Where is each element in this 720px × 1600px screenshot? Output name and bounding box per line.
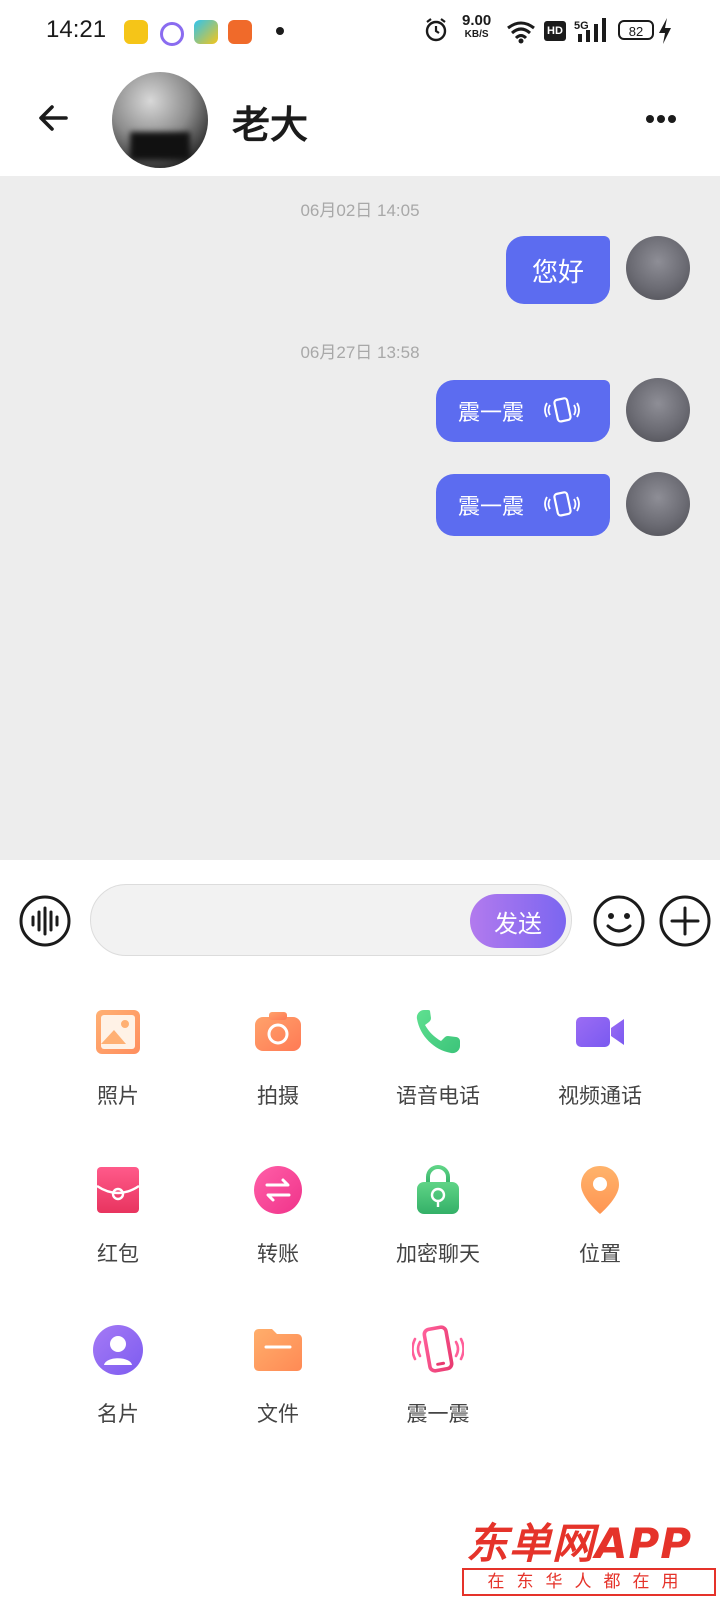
- net-speed-unit: KB/S: [464, 29, 489, 40]
- video-icon: [576, 1017, 624, 1047]
- message-text: 震一震: [458, 401, 525, 426]
- shake-message-bubble[interactable]: 震一震: [436, 380, 610, 442]
- contact-name: 老大: [232, 103, 309, 147]
- transfer-icon: [254, 1166, 302, 1214]
- back-arrow-icon[interactable]: [30, 94, 82, 146]
- dot: [657, 115, 665, 123]
- tool-shake[interactable]: 震一震: [368, 1298, 508, 1428]
- tool-label: 语音电话: [396, 1084, 480, 1108]
- tool-label: 照片: [97, 1084, 139, 1108]
- message-timestamp: 06月27日 13:58: [300, 343, 420, 362]
- tool-photo[interactable]: 照片: [48, 980, 188, 1110]
- chat-header: 老大: [0, 64, 720, 176]
- browser-app-icon: [160, 22, 184, 46]
- net-speed: 9.00 KB/S: [462, 12, 492, 42]
- tool-camera[interactable]: 拍摄: [208, 980, 348, 1110]
- more-options-button[interactable]: [646, 104, 686, 134]
- red-packet-icon: [96, 1167, 140, 1213]
- send-button[interactable]: 发送: [470, 894, 566, 948]
- message-text: 震一震: [458, 495, 525, 520]
- location-icon: [581, 1166, 619, 1214]
- contact-avatar[interactable]: [112, 72, 208, 168]
- tool-voice-call[interactable]: 语音电话: [368, 980, 508, 1110]
- voice-input-icon[interactable]: [18, 894, 72, 948]
- tools-panel: 照片 拍摄 语音电话 视频通话 红包 转账 加密聊天 位置 名片 文件 震一震: [0, 980, 720, 1600]
- message-bubble[interactable]: 您好: [506, 236, 610, 304]
- my-avatar[interactable]: [626, 236, 690, 300]
- message-text: 您好: [531, 257, 584, 288]
- watermark-logo: 东单网APP 在东华人都在用: [460, 1510, 720, 1600]
- tool-label: 加密聊天: [396, 1242, 480, 1266]
- tool-label: 位置: [579, 1242, 621, 1266]
- taxi-app-icon: [124, 20, 148, 44]
- net-speed-value: 9.00: [462, 12, 492, 29]
- my-avatar[interactable]: [626, 472, 690, 536]
- news-app-icon: [228, 20, 252, 44]
- tool-red-packet[interactable]: 红包: [48, 1138, 188, 1268]
- plus-icon[interactable]: [658, 894, 712, 948]
- alarm-icon: [425, 18, 447, 42]
- dot: [646, 115, 654, 123]
- tool-video-call[interactable]: 视频通话: [530, 980, 670, 1110]
- tool-location[interactable]: 位置: [530, 1138, 670, 1268]
- tool-label: 红包: [97, 1242, 139, 1266]
- dot: [668, 115, 676, 123]
- watermark-title: 东单网APP: [466, 1519, 693, 1568]
- shake-phone-icon: [544, 491, 580, 517]
- input-bar: 发送: [0, 860, 720, 980]
- shake-message-bubble[interactable]: 震一震: [436, 474, 610, 536]
- video-app-icon: [194, 20, 218, 44]
- lock-icon: [417, 1164, 459, 1214]
- tool-label: 拍摄: [257, 1084, 299, 1108]
- notification-dot: [276, 27, 284, 35]
- battery-indicator: 82: [618, 20, 654, 40]
- message-timestamp: 06月02日 14:05: [300, 201, 420, 220]
- phone-icon: [416, 1010, 460, 1054]
- wifi-icon: [507, 21, 535, 44]
- tool-contact-card[interactable]: 名片: [48, 1298, 188, 1428]
- watermark-subtitle: 在东华人都在用: [462, 1568, 716, 1596]
- tool-encrypted-chat[interactable]: 加密聊天: [368, 1138, 508, 1268]
- status-bar: 14:21 9.00 KB/S HD 5G 82: [0, 0, 720, 64]
- chat-messages[interactable]: 06月02日 14:05 您好 06月27日 13:58 震一震 震一震: [0, 176, 720, 860]
- charging-icon: [659, 18, 671, 44]
- camera-icon: [255, 1012, 301, 1051]
- contact-card-icon: [93, 1325, 143, 1375]
- tool-label: 转账: [257, 1242, 299, 1266]
- tool-label: 文件: [257, 1402, 299, 1426]
- status-time: 14:21: [46, 16, 107, 43]
- tool-label: 震一震: [406, 1402, 470, 1426]
- tool-label: 名片: [97, 1402, 139, 1426]
- emoji-icon[interactable]: [592, 894, 646, 948]
- photo-icon: [96, 1010, 140, 1054]
- tool-file[interactable]: 文件: [208, 1298, 348, 1428]
- hd-badge: HD: [544, 21, 566, 41]
- tool-label: 视频通话: [558, 1084, 642, 1108]
- shake-phone-icon: [544, 397, 580, 423]
- folder-icon: [254, 1329, 302, 1371]
- shake-phone-icon: [412, 1325, 464, 1373]
- signal-icon: 5G: [574, 18, 606, 42]
- tool-transfer[interactable]: 转账: [208, 1138, 348, 1268]
- my-avatar[interactable]: [626, 378, 690, 442]
